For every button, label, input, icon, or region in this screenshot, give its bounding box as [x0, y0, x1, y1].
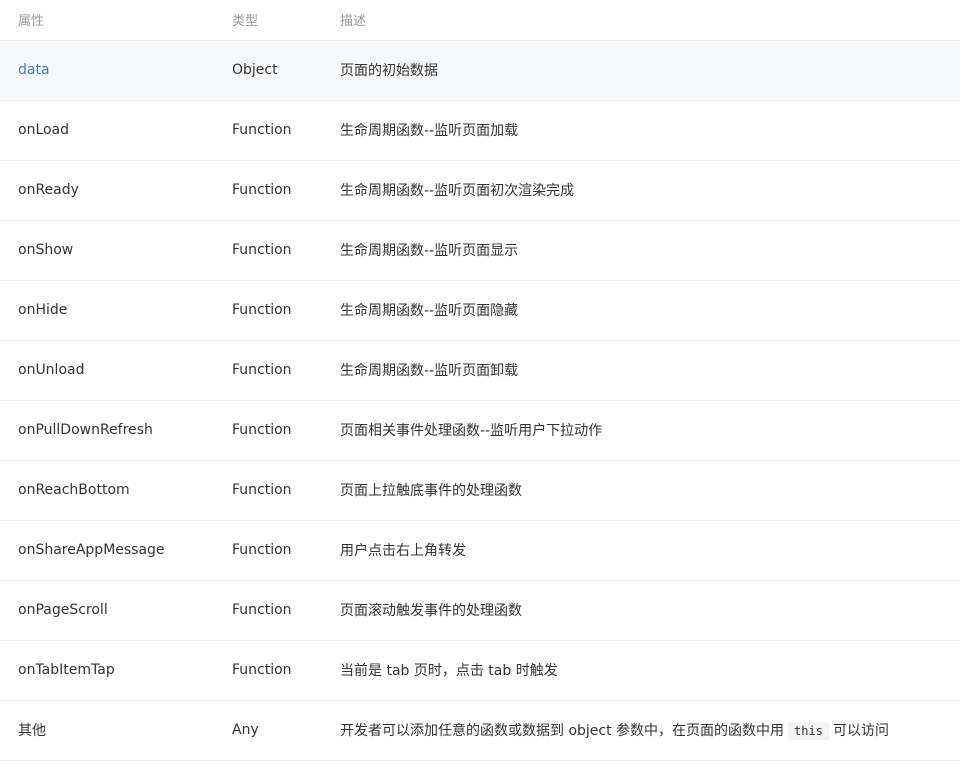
prop-desc: 生命周期函数--监听页面显示	[338, 220, 960, 281]
table-row: onHide Function 生命周期函数--监听页面隐藏	[0, 280, 960, 341]
prop-desc: 页面上拉触底事件的处理函数	[338, 460, 960, 521]
prop-name: onPullDownRefresh	[0, 400, 214, 461]
prop-type: Function	[214, 160, 338, 221]
prop-type: Function	[214, 280, 338, 341]
prop-desc: 生命周期函数--监听页面隐藏	[338, 280, 960, 341]
table-row: onReady Function 生命周期函数--监听页面初次渲染完成	[0, 160, 960, 221]
prop-type: Function	[214, 400, 338, 461]
table-row: onPullDownRefresh Function 页面相关事件处理函数--监…	[0, 400, 960, 461]
prop-name: onReachBottom	[0, 460, 214, 521]
prop-desc: 页面的初始数据	[338, 40, 960, 101]
prop-desc: 生命周期函数--监听页面加载	[338, 100, 960, 161]
table-row: onReachBottom Function 页面上拉触底事件的处理函数	[0, 460, 960, 521]
table-row: onUnload Function 生命周期函数--监听页面卸载	[0, 340, 960, 401]
prop-desc: 用户点击右上角转发	[338, 520, 960, 581]
prop-name: onShareAppMessage	[0, 520, 214, 581]
prop-desc-text: 可以访问	[832, 723, 889, 739]
prop-desc: 生命周期函数--监听页面初次渲染完成	[338, 160, 960, 221]
prop-name: 其他	[0, 700, 214, 761]
prop-desc: 开发者可以添加任意的函数或数据到 object 参数中，在页面的函数中用 this…	[338, 700, 960, 761]
prop-type: Function	[214, 580, 338, 641]
prop-name: onHide	[0, 280, 214, 341]
prop-type: Function	[214, 340, 338, 401]
table-row: onShow Function 生命周期函数--监听页面显示	[0, 220, 960, 281]
table-row: onTabItemTap Function 当前是 tab 页时，点击 tab …	[0, 640, 960, 701]
prop-name: onLoad	[0, 100, 214, 161]
header-type: 类型	[214, 0, 338, 41]
properties-table: 属性 类型 描述 data Object 页面的初始数据 onLoad Func…	[0, 0, 960, 761]
prop-type: Function	[214, 460, 338, 521]
prop-name: onShow	[0, 220, 214, 281]
prop-name: onPageScroll	[0, 580, 214, 641]
header-name: 属性	[0, 0, 214, 41]
table-row: onShareAppMessage Function 用户点击右上角转发	[0, 520, 960, 581]
prop-desc: 页面滚动触发事件的处理函数	[338, 580, 960, 641]
inline-code-this: this	[788, 722, 829, 740]
prop-type: Object	[214, 40, 338, 101]
table-row: onLoad Function 生命周期函数--监听页面加载	[0, 100, 960, 161]
table-row: data Object 页面的初始数据	[0, 40, 960, 101]
header-desc: 描述	[338, 0, 960, 41]
table-row: 其他 Any 开发者可以添加任意的函数或数据到 object 参数中，在页面的函…	[0, 700, 960, 761]
prop-name: onReady	[0, 160, 214, 221]
prop-link-data[interactable]: data	[18, 62, 50, 78]
prop-desc: 当前是 tab 页时，点击 tab 时触发	[338, 640, 960, 701]
prop-type: Function	[214, 220, 338, 281]
prop-desc: 生命周期函数--监听页面卸载	[338, 340, 960, 401]
prop-name: onUnload	[0, 340, 214, 401]
prop-type: Function	[214, 100, 338, 161]
prop-desc-text: 开发者可以添加任意的函数或数据到 object 参数中，在页面的函数中用	[340, 723, 785, 739]
prop-type: Function	[214, 640, 338, 701]
table-row: onPageScroll Function 页面滚动触发事件的处理函数	[0, 580, 960, 641]
prop-name: onTabItemTap	[0, 640, 214, 701]
table-header-row: 属性 类型 描述	[0, 0, 960, 41]
prop-desc: 页面相关事件处理函数--监听用户下拉动作	[338, 400, 960, 461]
prop-type: Any	[214, 700, 338, 761]
prop-name-cell: data	[0, 40, 214, 101]
prop-type: Function	[214, 520, 338, 581]
